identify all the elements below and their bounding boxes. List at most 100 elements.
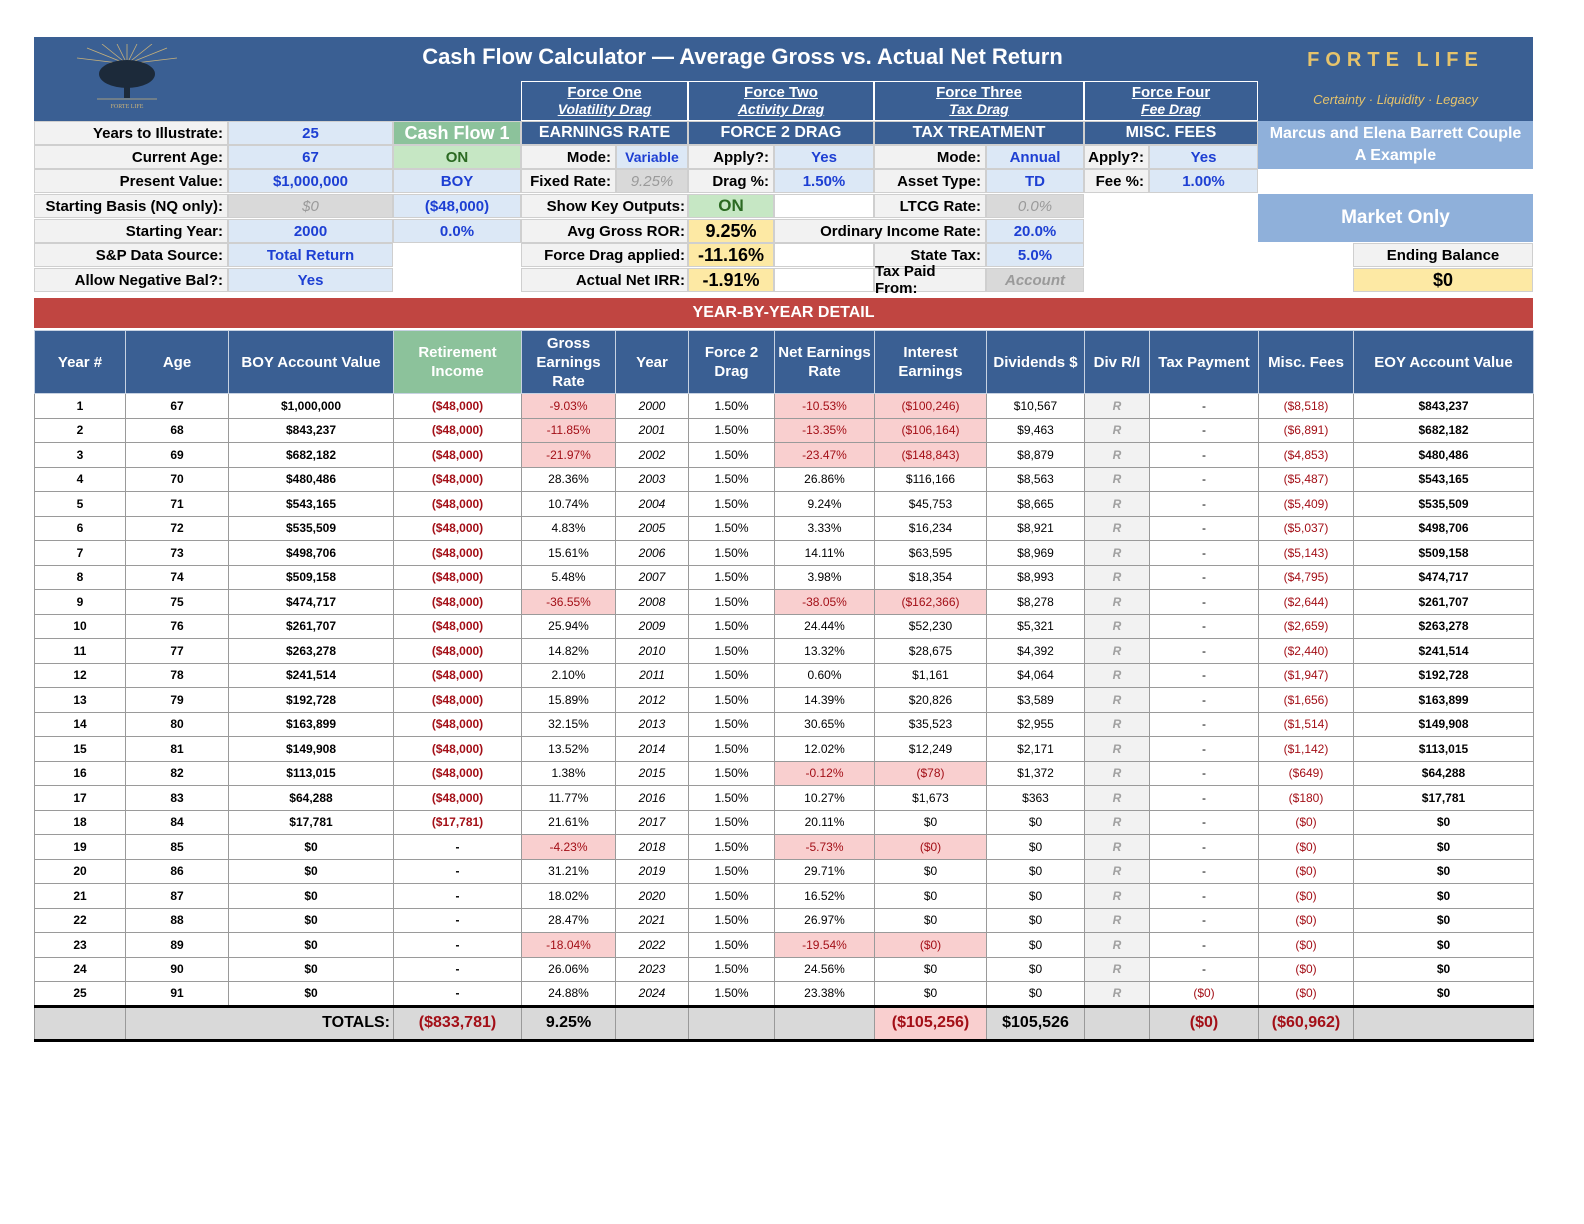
table-row: 3 69 $682,182 ($48,000) -21.97% 2002 1.50% -23.…: [34, 442, 1534, 468]
sp-source-select[interactable]: Total Return: [228, 243, 393, 267]
cell-year-num: 23: [34, 932, 126, 958]
years-input[interactable]: 25: [228, 121, 393, 145]
detail-band: YEAR-BY-YEAR DETAIL: [34, 298, 1533, 328]
cell-gross-rate: 14.82%: [521, 638, 616, 664]
force-two-drag-input[interactable]: 1.50%: [774, 169, 874, 193]
cell-age: 75: [125, 589, 229, 615]
col-year-num: Year #: [34, 330, 126, 394]
sp-source-label: S&P Data Source:: [34, 243, 228, 267]
cell-year: 2014: [615, 736, 689, 762]
cell-misc-fees: ($1,947): [1258, 662, 1354, 688]
cell-gross-rate: 1.38%: [521, 760, 616, 786]
table-row: 10 76 $261,707 ($48,000) 25.94% 2009 1.50% 24.4…: [34, 613, 1534, 639]
present-value-label: Present Value:: [34, 169, 228, 193]
tax-mode-select[interactable]: Annual: [986, 145, 1084, 169]
client-panel: Marcus and Elena Barrett Couple A Exampl…: [1258, 121, 1533, 169]
cell-interest-earnings: ($148,843): [874, 442, 987, 468]
cell-misc-fees: ($0): [1258, 907, 1354, 933]
cell-retirement-income: -: [393, 932, 522, 958]
ltcg-input[interactable]: 0.0%: [986, 194, 1084, 218]
allow-negative-select[interactable]: Yes: [228, 268, 393, 292]
force-one-name: Force One: [567, 84, 642, 101]
cell-year-num: 13: [34, 687, 126, 713]
cell-eoy-value: $682,182: [1353, 417, 1534, 443]
fixed-rate-input[interactable]: 9.25%: [616, 169, 688, 193]
tax-paid-select[interactable]: Account: [986, 268, 1084, 292]
cell-eoy-value: $241,514: [1353, 638, 1534, 664]
basis-input[interactable]: $0: [228, 194, 393, 218]
cell-dividends: $0: [986, 956, 1085, 982]
cell-net-rate: 23.38%: [774, 981, 875, 1007]
cell-div-ri: R: [1084, 760, 1150, 786]
cell-misc-fees: ($2,440): [1258, 638, 1354, 664]
state-tax-input[interactable]: 5.0%: [986, 243, 1084, 267]
fee-pct-label: Fee %:: [1084, 169, 1149, 193]
cell-year: 2006: [615, 540, 689, 566]
cell-misc-fees: ($0): [1258, 981, 1354, 1007]
table-row: 18 84 $17,781 ($17,781) 21.61% 2017 1.50% 20.11…: [34, 809, 1534, 835]
client-subtitle: A Example: [1354, 147, 1437, 164]
cell-force2-drag: 1.50%: [688, 393, 775, 419]
cell-year-num: 3: [34, 442, 126, 468]
cell-age: 80: [125, 711, 229, 737]
logo: FORTE LIFE: [34, 37, 220, 121]
cash-flow-rate[interactable]: 0.0%: [393, 219, 521, 243]
cell-year-num: 14: [34, 711, 126, 737]
cell-retirement-income: ($48,000): [393, 711, 522, 737]
cell-net-rate: -19.54%: [774, 932, 875, 958]
cell-tax-payment: -: [1149, 883, 1259, 909]
totals-empty: [615, 1004, 689, 1042]
earnings-mode-select[interactable]: Variable: [616, 145, 688, 169]
cell-net-rate: 14.11%: [774, 540, 875, 566]
col-dividends: Dividends $: [986, 330, 1085, 394]
fixed-rate-label: Fixed Rate:: [521, 169, 616, 193]
show-outputs-toggle[interactable]: ON: [688, 194, 774, 218]
cell-misc-fees: ($4,853): [1258, 442, 1354, 468]
empty-cell: [774, 268, 874, 292]
cell-retirement-income: -: [393, 834, 522, 860]
cell-age: 67: [125, 393, 229, 419]
avg-gross-value: 9.25%: [688, 219, 774, 243]
cell-year-num: 7: [34, 540, 126, 566]
cell-div-ri: R: [1084, 883, 1150, 909]
cell-force2-drag: 1.50%: [688, 515, 775, 541]
cell-force2-drag: 1.50%: [688, 736, 775, 762]
cell-dividends: $8,969: [986, 540, 1085, 566]
present-value-input[interactable]: $1,000,000: [228, 169, 393, 193]
cell-year: 2011: [615, 662, 689, 688]
force-two-apply-select[interactable]: Yes: [774, 145, 874, 169]
cash-flow-timing[interactable]: BOY: [393, 169, 521, 193]
cell-div-ri: R: [1084, 736, 1150, 762]
cell-tax-payment: -: [1149, 711, 1259, 737]
cell-eoy-value: $113,015: [1353, 736, 1534, 762]
cell-age: 85: [125, 834, 229, 860]
asset-type-select[interactable]: TD: [986, 169, 1084, 193]
cell-net-rate: 14.39%: [774, 687, 875, 713]
fees-apply-select[interactable]: Yes: [1149, 145, 1258, 169]
fee-pct-input[interactable]: 1.00%: [1149, 169, 1258, 193]
cell-dividends: $8,921: [986, 515, 1085, 541]
cell-boy-value: $480,486: [228, 466, 394, 492]
cell-div-ri: R: [1084, 809, 1150, 835]
age-input[interactable]: 67: [228, 145, 393, 169]
starting-year-input[interactable]: 2000: [228, 219, 393, 243]
cell-misc-fees: ($649): [1258, 760, 1354, 786]
tax-paid-label: Tax Paid From:: [874, 263, 986, 297]
table-row: 2 68 $843,237 ($48,000) -11.85% 2001 1.50% -13.…: [34, 417, 1534, 443]
cell-year: 2010: [615, 638, 689, 664]
cash-flow-amount[interactable]: ($48,000): [393, 194, 521, 218]
cell-misc-fees: ($0): [1258, 858, 1354, 884]
cell-gross-rate: 31.21%: [521, 858, 616, 884]
cell-tax-payment: -: [1149, 417, 1259, 443]
ordinary-income-input[interactable]: 20.0%: [986, 219, 1084, 243]
empty-cell: [774, 194, 874, 218]
cell-gross-rate: 15.61%: [521, 540, 616, 566]
cell-tax-payment: -: [1149, 662, 1259, 688]
cell-force2-drag: 1.50%: [688, 417, 775, 443]
cell-eoy-value: $17,781: [1353, 785, 1534, 811]
years-label: Years to Illustrate:: [34, 121, 228, 145]
cash-flow-status[interactable]: ON: [393, 145, 521, 169]
cell-net-rate: 3.98%: [774, 564, 875, 590]
cell-misc-fees: ($1,142): [1258, 736, 1354, 762]
cell-interest-earnings: $1,161: [874, 662, 987, 688]
